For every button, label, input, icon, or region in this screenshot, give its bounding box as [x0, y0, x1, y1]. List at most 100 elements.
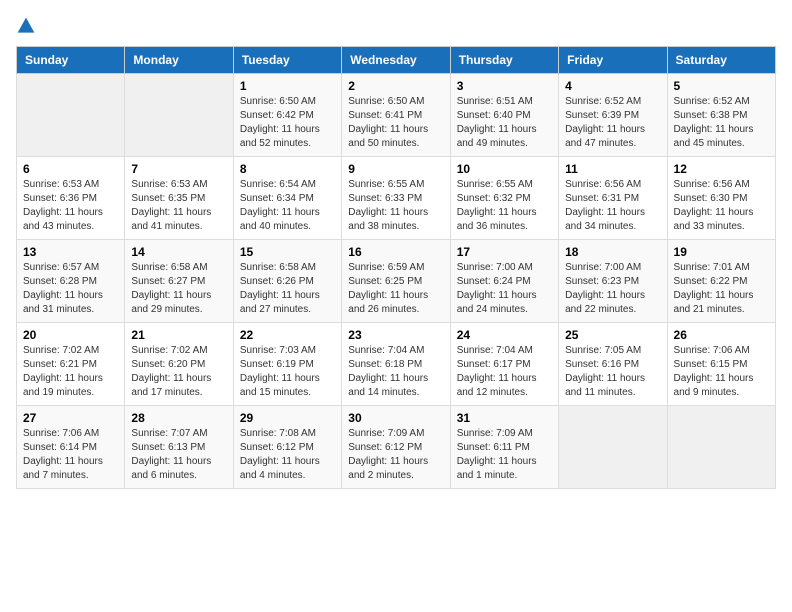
calendar-cell: 30 Sunrise: 7:09 AM Sunset: 6:12 PM Dayli… [342, 406, 450, 489]
day-info: Sunrise: 7:09 AM Sunset: 6:11 PM Dayligh… [457, 427, 552, 483]
calendar-week-4: 20 Sunrise: 7:02 AM Sunset: 6:21 PM Dayli… [17, 323, 776, 406]
calendar-cell: 18Sunrise: 7:00 AM Sunset: 6:23 PM Dayli… [559, 240, 667, 323]
day-info: Sunrise: 7:04 AM Sunset: 6:18 PM Dayligh… [348, 344, 443, 400]
day-info: Sunrise: 7:07 AM Sunset: 6:13 PM Dayligh… [131, 427, 226, 483]
day-number: 30 [348, 411, 443, 425]
day-info: Sunrise: 6:59 AM Sunset: 6:25 PM Dayligh… [348, 261, 443, 317]
calendar-cell: 19 Sunrise: 7:01 AM Sunset: 6:22 PM Dayli… [667, 240, 775, 323]
day-number: 17 [457, 245, 552, 259]
day-number: 14 [131, 245, 226, 259]
day-number: 15 [240, 245, 335, 259]
day-info: Sunrise: 7:01 AM Sunset: 6:22 PM Dayligh… [674, 261, 769, 317]
day-number: 27 [23, 411, 118, 425]
day-info: Sunrise: 6:56 AM Sunset: 6:30 PM Dayligh… [674, 178, 769, 234]
day-info: Sunrise: 7:08 AM Sunset: 6:12 PM Dayligh… [240, 427, 335, 483]
day-info: Sunrise: 6:50 AM Sunset: 6:41 PM Dayligh… [348, 95, 443, 151]
page-header [16, 16, 776, 36]
calendar-cell: 17 Sunrise: 7:00 AM Sunset: 6:24 PM Dayli… [450, 240, 558, 323]
calendar-cell: 3 Sunrise: 6:51 AM Sunset: 6:40 PM Daylig… [450, 74, 558, 157]
day-info: Sunrise: 6:56 AM Sunset: 6:31 PM Dayligh… [565, 178, 660, 234]
weekday-header-sunday: Sunday [17, 47, 125, 74]
day-number: 1 [240, 79, 335, 93]
logo-icon [16, 16, 36, 36]
calendar-week-3: 13 Sunrise: 6:57 AM Sunset: 6:28 PM Dayli… [17, 240, 776, 323]
calendar-cell: 27Sunrise: 7:06 AM Sunset: 6:14 PM Dayli… [17, 406, 125, 489]
day-info: Sunrise: 6:52 AM Sunset: 6:39 PM Dayligh… [565, 95, 660, 151]
calendar-cell: 20 Sunrise: 7:02 AM Sunset: 6:21 PM Dayli… [17, 323, 125, 406]
day-number: 20 [23, 328, 118, 342]
calendar-cell: 10Sunrise: 6:55 AM Sunset: 6:32 PM Dayli… [450, 157, 558, 240]
day-number: 9 [348, 162, 443, 176]
day-info: Sunrise: 6:58 AM Sunset: 6:26 PM Dayligh… [240, 261, 335, 317]
day-number: 25 [565, 328, 660, 342]
day-number: 3 [457, 79, 552, 93]
calendar-cell: 25 Sunrise: 7:05 AM Sunset: 6:16 PM Dayli… [559, 323, 667, 406]
day-number: 13 [23, 245, 118, 259]
calendar-cell: 6 Sunrise: 6:53 AM Sunset: 6:36 PM Daylig… [17, 157, 125, 240]
calendar-week-2: 6 Sunrise: 6:53 AM Sunset: 6:36 PM Daylig… [17, 157, 776, 240]
day-number: 8 [240, 162, 335, 176]
day-info: Sunrise: 7:00 AM Sunset: 6:23 PM Dayligh… [565, 261, 660, 317]
calendar-cell: 7 Sunrise: 6:53 AM Sunset: 6:35 PM Daylig… [125, 157, 233, 240]
day-info: Sunrise: 7:04 AM Sunset: 6:17 PM Dayligh… [457, 344, 552, 400]
day-info: Sunrise: 7:06 AM Sunset: 6:15 PM Dayligh… [674, 344, 769, 400]
day-info: Sunrise: 7:09 AM Sunset: 6:12 PM Dayligh… [348, 427, 443, 483]
day-number: 6 [23, 162, 118, 176]
day-number: 24 [457, 328, 552, 342]
day-info: Sunrise: 6:53 AM Sunset: 6:35 PM Dayligh… [131, 178, 226, 234]
calendar-week-5: 27Sunrise: 7:06 AM Sunset: 6:14 PM Dayli… [17, 406, 776, 489]
day-info: Sunrise: 6:55 AM Sunset: 6:32 PM Dayligh… [457, 178, 552, 234]
calendar-cell [125, 74, 233, 157]
day-number: 19 [674, 245, 769, 259]
calendar-cell: 29Sunrise: 7:08 AM Sunset: 6:12 PM Dayli… [233, 406, 341, 489]
logo [16, 16, 40, 36]
day-number: 21 [131, 328, 226, 342]
day-info: Sunrise: 6:55 AM Sunset: 6:33 PM Dayligh… [348, 178, 443, 234]
day-info: Sunrise: 6:57 AM Sunset: 6:28 PM Dayligh… [23, 261, 118, 317]
calendar-cell: 5 Sunrise: 6:52 AM Sunset: 6:38 PM Daylig… [667, 74, 775, 157]
calendar-cell: 1 Sunrise: 6:50 AM Sunset: 6:42 PM Daylig… [233, 74, 341, 157]
day-info: Sunrise: 6:52 AM Sunset: 6:38 PM Dayligh… [674, 95, 769, 151]
calendar-cell [667, 406, 775, 489]
weekday-header-friday: Friday [559, 47, 667, 74]
day-number: 22 [240, 328, 335, 342]
day-number: 16 [348, 245, 443, 259]
weekday-header-wednesday: Wednesday [342, 47, 450, 74]
day-number: 2 [348, 79, 443, 93]
calendar-cell: 26 Sunrise: 7:06 AM Sunset: 6:15 PM Dayli… [667, 323, 775, 406]
calendar-cell: 31 Sunrise: 7:09 AM Sunset: 6:11 PM Dayli… [450, 406, 558, 489]
calendar-cell: 28 Sunrise: 7:07 AM Sunset: 6:13 PM Dayli… [125, 406, 233, 489]
day-number: 5 [674, 79, 769, 93]
calendar-cell: 11Sunrise: 6:56 AM Sunset: 6:31 PM Dayli… [559, 157, 667, 240]
calendar-cell: 14 Sunrise: 6:58 AM Sunset: 6:27 PM Dayli… [125, 240, 233, 323]
day-info: Sunrise: 7:02 AM Sunset: 6:20 PM Dayligh… [131, 344, 226, 400]
calendar-table: SundayMondayTuesdayWednesdayThursdayFrid… [16, 46, 776, 489]
day-number: 7 [131, 162, 226, 176]
day-number: 26 [674, 328, 769, 342]
day-number: 31 [457, 411, 552, 425]
day-info: Sunrise: 7:02 AM Sunset: 6:21 PM Dayligh… [23, 344, 118, 400]
calendar-cell [559, 406, 667, 489]
weekday-header-saturday: Saturday [667, 47, 775, 74]
calendar-cell [17, 74, 125, 157]
day-info: Sunrise: 6:51 AM Sunset: 6:40 PM Dayligh… [457, 95, 552, 151]
calendar-cell: 2 Sunrise: 6:50 AM Sunset: 6:41 PM Daylig… [342, 74, 450, 157]
day-number: 4 [565, 79, 660, 93]
calendar-cell: 13 Sunrise: 6:57 AM Sunset: 6:28 PM Dayli… [17, 240, 125, 323]
day-info: Sunrise: 6:50 AM Sunset: 6:42 PM Dayligh… [240, 95, 335, 151]
calendar-cell: 23Sunrise: 7:04 AM Sunset: 6:18 PM Dayli… [342, 323, 450, 406]
calendar-cell: 8Sunrise: 6:54 AM Sunset: 6:34 PM Daylig… [233, 157, 341, 240]
day-info: Sunrise: 7:03 AM Sunset: 6:19 PM Dayligh… [240, 344, 335, 400]
day-info: Sunrise: 6:53 AM Sunset: 6:36 PM Dayligh… [23, 178, 118, 234]
day-info: Sunrise: 6:58 AM Sunset: 6:27 PM Dayligh… [131, 261, 226, 317]
day-info: Sunrise: 7:05 AM Sunset: 6:16 PM Dayligh… [565, 344, 660, 400]
weekday-header-thursday: Thursday [450, 47, 558, 74]
calendar-cell: 21 Sunrise: 7:02 AM Sunset: 6:20 PM Dayli… [125, 323, 233, 406]
calendar-cell: 9 Sunrise: 6:55 AM Sunset: 6:33 PM Daylig… [342, 157, 450, 240]
day-number: 28 [131, 411, 226, 425]
calendar-week-1: 1 Sunrise: 6:50 AM Sunset: 6:42 PM Daylig… [17, 74, 776, 157]
day-info: Sunrise: 7:00 AM Sunset: 6:24 PM Dayligh… [457, 261, 552, 317]
calendar-cell: 24 Sunrise: 7:04 AM Sunset: 6:17 PM Dayli… [450, 323, 558, 406]
calendar-cell: 12Sunrise: 6:56 AM Sunset: 6:30 PM Dayli… [667, 157, 775, 240]
weekday-header-monday: Monday [125, 47, 233, 74]
